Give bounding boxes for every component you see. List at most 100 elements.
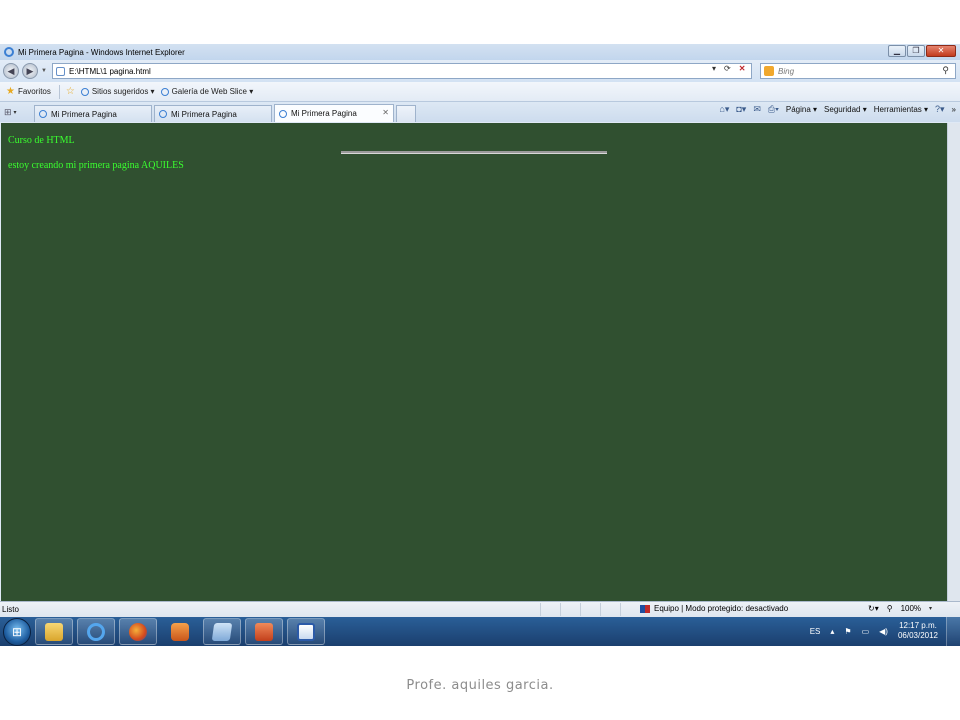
browser-tab[interactable]: Mi Primera Pagina xyxy=(154,105,272,122)
word-icon xyxy=(297,622,315,641)
slide-caption: Profe. aquiles garcia. xyxy=(406,678,554,693)
powerpoint-icon xyxy=(255,622,273,641)
show-desktop-button[interactable] xyxy=(946,617,960,646)
new-tab-button[interactable] xyxy=(396,105,416,122)
media-player-icon xyxy=(171,622,189,641)
suggested-sites-label: Sitios sugeridos ▾ xyxy=(91,87,155,96)
quick-tabs-icon: ⊞ xyxy=(4,106,12,117)
search-placeholder: Bing xyxy=(778,66,795,76)
overflow-chevron-icon[interactable]: » xyxy=(952,105,956,114)
browser-tab[interactable]: Mi Primera Pagina xyxy=(34,105,152,122)
ie-page-icon xyxy=(160,87,169,96)
page-menu[interactable]: Página ▾ xyxy=(786,105,817,114)
zoom-dropdown-icon[interactable]: ▾ xyxy=(929,605,932,612)
close-button[interactable]: ✕ xyxy=(926,45,956,57)
window-title-bar: Mi Primera Pagina - Windows Internet Exp… xyxy=(0,44,960,60)
network-icon[interactable]: ▭ xyxy=(862,627,870,636)
forward-button[interactable]: ▶ xyxy=(22,63,38,79)
favorites-button[interactable]: ★ Favoritos xyxy=(6,86,51,97)
taskbar-app-firefox[interactable] xyxy=(119,618,157,645)
mail-icon[interactable]: ✉ xyxy=(753,104,761,115)
tab-label: Mi Primera Pagina xyxy=(171,109,237,119)
favorites-label: Favoritos xyxy=(17,87,51,96)
web-page-content: Curso de HTML estoy creando mi primera p… xyxy=(1,123,947,601)
taskbar-app-word[interactable] xyxy=(287,618,325,645)
clock-date: 06/03/2012 xyxy=(897,631,938,640)
taskbar-app-document[interactable] xyxy=(203,618,241,645)
taskbar-app-media-player[interactable] xyxy=(161,618,199,645)
desktop-screenshot: Mi Primera Pagina - Windows Internet Exp… xyxy=(0,44,960,646)
web-slice-gallery-label: Galería de Web Slice ▾ xyxy=(171,87,254,96)
stop-icon[interactable]: ✕ xyxy=(739,64,746,73)
back-arrow-icon: ◀ xyxy=(7,65,15,76)
window-controls: ▁ ❐ ✕ xyxy=(888,45,956,57)
favorites-bar: ★ Favoritos ☆ Sitios sugeridos ▾ Galería… xyxy=(0,82,960,102)
command-bar: ⌂▾ ◘▾ ✉ ⎙▾ Página ▾ Seguridad ▾ Herramie… xyxy=(719,104,956,115)
zone-flag-icon xyxy=(640,604,650,613)
forward-arrow-icon: ▶ xyxy=(26,65,34,76)
bing-icon xyxy=(764,66,774,76)
internet-explorer-icon xyxy=(4,47,14,57)
close-tab-icon[interactable]: ✕ xyxy=(382,108,389,117)
clock[interactable]: 12:17 p.m. 06/03/2012 xyxy=(898,621,938,641)
protection-icon[interactable]: ↻▾ xyxy=(868,604,879,613)
document-icon xyxy=(211,622,233,641)
print-icon[interactable]: ⎙▾ xyxy=(768,104,779,115)
start-button[interactable]: ⊞ xyxy=(3,617,31,646)
back-button[interactable]: ◀ xyxy=(3,63,19,79)
address-tools: ▾ ⟳ ✕ xyxy=(712,64,745,73)
zoom-control[interactable]: ↻▾ ⚲ 100% ▾ xyxy=(868,604,932,613)
status-bar: Listo Equipo | Modo protegido: desactiva… xyxy=(0,601,960,617)
history-dropdown-icon[interactable]: ▼ xyxy=(41,68,47,74)
quick-tabs-button[interactable]: ⊞ ▾ xyxy=(4,104,32,120)
feeds-icon[interactable]: ◘▾ xyxy=(736,104,746,115)
page-body-text: estoy creando mi primera pagina AQUILES xyxy=(8,160,184,171)
window-title: Mi Primera Pagina - Windows Internet Exp… xyxy=(18,47,185,57)
show-hidden-icons-icon[interactable]: ▴ xyxy=(830,627,834,636)
address-dropdown-icon[interactable]: ▾ xyxy=(712,64,716,73)
ie-page-icon xyxy=(279,109,287,118)
action-center-flag-icon[interactable]: ⚑ xyxy=(844,627,851,636)
security-menu[interactable]: Seguridad ▾ xyxy=(824,105,867,114)
firefox-icon xyxy=(129,622,147,641)
tools-menu[interactable]: Herramientas ▾ xyxy=(874,105,928,114)
minimize-button[interactable]: ▁ xyxy=(888,45,906,57)
separator xyxy=(58,84,60,99)
security-zone[interactable]: Equipo | Modo protegido: desactivado xyxy=(640,604,788,613)
tab-label: Mi Primera Pagina xyxy=(291,109,357,118)
system-tray: ES ▴ ⚑ ▭ ◀) 12:17 p.m. 06/03/2012 xyxy=(810,621,938,641)
address-row: ◀ ▶ ▼ E:\HTML\1 pagina.html ▾ ⟳ ✕ Bing ⚲ xyxy=(0,60,960,82)
help-icon[interactable]: ?▾ xyxy=(935,104,945,115)
volume-icon[interactable]: ◀) xyxy=(879,627,888,636)
browser-tab-active[interactable]: Mi Primera Pagina ✕ xyxy=(274,104,394,122)
ie-page-icon xyxy=(159,110,167,118)
tab-label: Mi Primera Pagina xyxy=(51,109,117,119)
vertical-scrollbar[interactable] xyxy=(947,123,960,601)
tab-bar: ⊞ ▾ Mi Primera Pagina Mi Primera Pagina … xyxy=(0,102,960,122)
suggested-sites-link[interactable]: Sitios sugeridos ▾ xyxy=(80,87,155,96)
taskbar-app-explorer[interactable] xyxy=(35,618,73,645)
clock-time: 12:17 p.m. xyxy=(899,621,937,630)
search-field[interactable]: Bing ⚲ xyxy=(760,63,956,79)
windows-logo-icon: ⊞ xyxy=(11,624,23,639)
search-icon[interactable]: ⚲ xyxy=(942,65,949,76)
add-favorite-icon: ☆ xyxy=(65,86,75,97)
status-cells xyxy=(540,603,640,616)
taskbar: ⊞ ES ▴ ⚑ ▭ ◀) 12:17 p.m. 06/03/2012 xyxy=(0,617,960,646)
star-icon: ★ xyxy=(6,86,15,97)
web-slice-gallery-link[interactable]: Galería de Web Slice ▾ xyxy=(160,87,254,96)
add-favorite-button[interactable]: ☆ xyxy=(66,86,75,97)
page-heading-text: Curso de HTML xyxy=(8,135,75,146)
taskbar-app-internet-explorer[interactable] xyxy=(77,618,115,645)
taskbar-app-powerpoint[interactable] xyxy=(245,618,283,645)
home-icon[interactable]: ⌂▾ xyxy=(719,104,729,115)
zoom-level: 100% xyxy=(900,604,922,613)
maximize-button[interactable]: ❐ xyxy=(907,45,925,57)
ie-page-icon xyxy=(39,110,47,118)
internet-explorer-icon xyxy=(87,622,105,641)
language-indicator[interactable]: ES xyxy=(810,627,821,636)
address-field[interactable]: E:\HTML\1 pagina.html xyxy=(52,63,752,79)
folder-icon xyxy=(45,622,63,641)
tab-list-dropdown-icon[interactable]: ▾ xyxy=(14,109,17,116)
refresh-icon[interactable]: ⟳ xyxy=(724,64,731,73)
